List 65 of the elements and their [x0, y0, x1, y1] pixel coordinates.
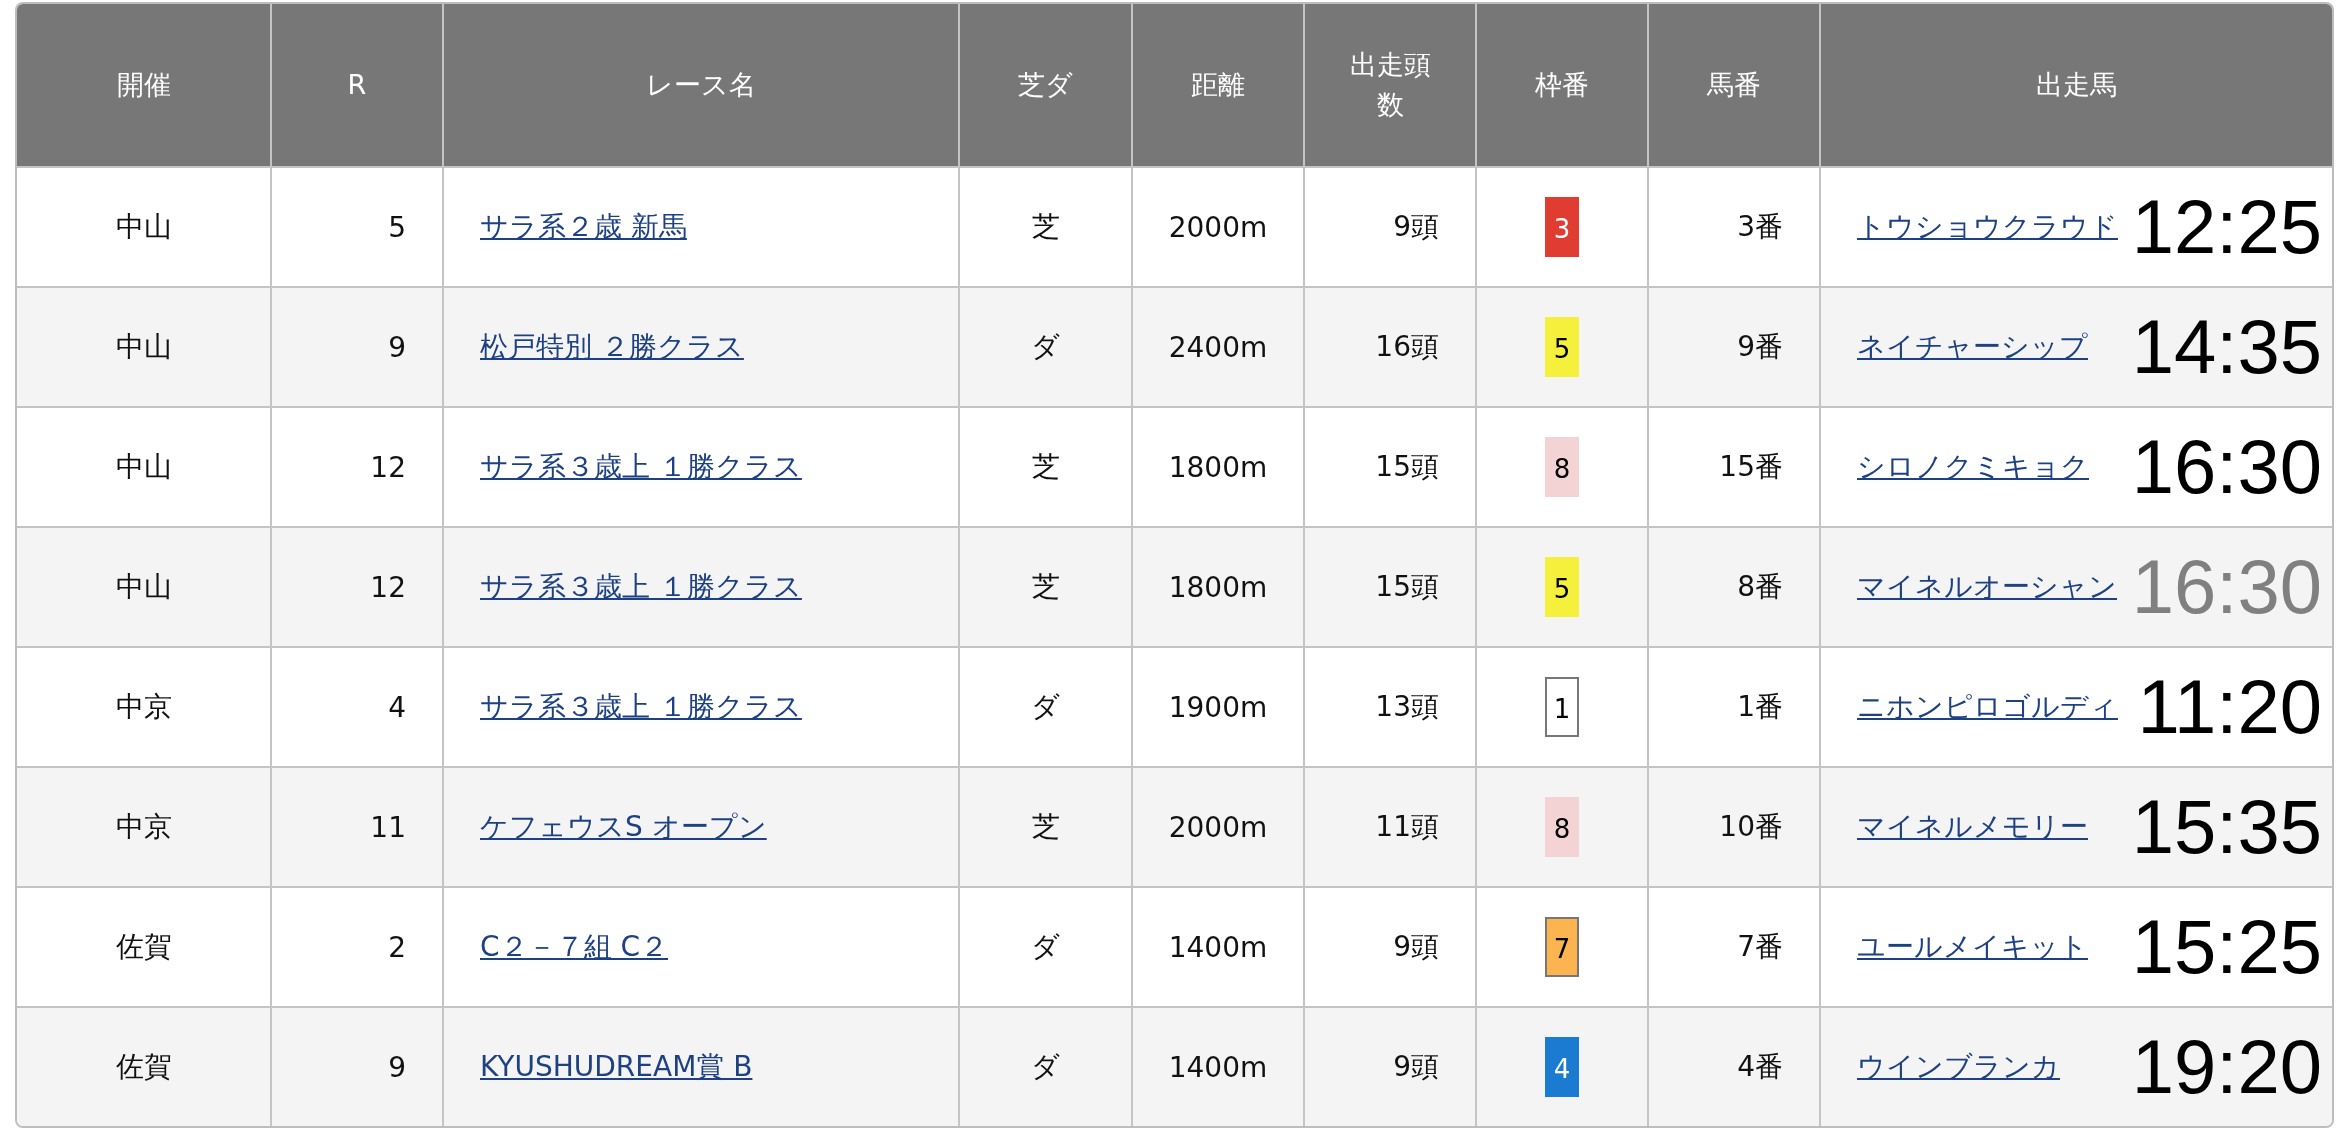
post-time: 12:25	[2131, 189, 2322, 265]
race-link[interactable]: サラ系３歳上 １勝クラス	[480, 570, 802, 603]
table-cell: 16頭	[1305, 286, 1477, 406]
table-cell: 2000m	[1133, 766, 1305, 886]
post-time: 14:35	[2131, 309, 2322, 385]
horse-link[interactable]: ニホンピロゴルディ	[1857, 688, 2118, 726]
post-time: 16:30	[2131, 429, 2322, 505]
table-cell: 中山	[17, 286, 272, 406]
table-cell: 芝	[960, 526, 1133, 646]
horse-link[interactable]: シロノクミキョク	[1857, 448, 2089, 486]
column-header: 開催	[17, 4, 272, 166]
race-link[interactable]: サラ系３歳上 １勝クラス	[480, 690, 802, 723]
column-header: 枠番	[1477, 4, 1649, 166]
column-header: 出走頭数	[1305, 4, 1477, 166]
table-cell: 中山	[17, 526, 272, 646]
column-header: R	[272, 4, 444, 166]
post-time: 19:20	[2131, 1029, 2322, 1105]
table-cell: 12	[272, 526, 444, 646]
column-header: 出走馬	[1821, 4, 2332, 166]
post-time: 15:35	[2131, 789, 2322, 865]
table-cell: ダ	[960, 286, 1133, 406]
table-cell: 1800m	[1133, 526, 1305, 646]
race-link[interactable]: C２－７組 C２	[480, 930, 668, 963]
table-cell: 9	[272, 286, 444, 406]
frame-badge: 5	[1545, 317, 1579, 377]
table-cell: 8番	[1649, 526, 1821, 646]
column-header: 馬番	[1649, 4, 1821, 166]
horse-link[interactable]: ウインブランカ	[1857, 1048, 2060, 1086]
column-header: 芝ダ	[960, 4, 1133, 166]
table-cell: 9	[272, 1006, 444, 1126]
frame-badge: 8	[1545, 437, 1579, 497]
table-cell: 4番	[1649, 1006, 1821, 1126]
race-link[interactable]: ケフェウスS オープン	[480, 810, 767, 843]
frame-badge: 5	[1545, 557, 1579, 617]
horse-link[interactable]: ユールメイキット	[1857, 928, 2088, 966]
race-link[interactable]: サラ系２歳 新馬	[480, 210, 687, 243]
frame-badge: 3	[1545, 197, 1579, 257]
table-cell: 9番	[1649, 286, 1821, 406]
horse-link[interactable]: マイネルオーシャン	[1857, 568, 2117, 606]
post-time: 11:20	[2137, 669, 2322, 745]
horse-link[interactable]: トウショウクラウド	[1857, 208, 2118, 246]
race-link[interactable]: KYUSHUDREAM賞 B	[480, 1050, 753, 1083]
column-header: レース名	[444, 4, 960, 166]
table-cell: 佐賀	[17, 1006, 272, 1126]
race-link[interactable]: サラ系３歳上 １勝クラス	[480, 450, 802, 483]
table-cell: 中京	[17, 766, 272, 886]
frame-badge: 7	[1545, 917, 1579, 977]
post-time: 15:25	[2131, 909, 2322, 985]
column-header: 距離	[1133, 4, 1305, 166]
frame-badge: 1	[1545, 677, 1579, 737]
table-cell: 2400m	[1133, 286, 1305, 406]
frame-badge: 8	[1545, 797, 1579, 857]
table-cell: ダ	[960, 1006, 1133, 1126]
table-cell: 芝	[960, 766, 1133, 886]
table-cell: 1400m	[1133, 1006, 1305, 1126]
table-cell: 10番	[1649, 766, 1821, 886]
race-link[interactable]: 松戸特別 ２勝クラス	[480, 330, 744, 363]
horse-link[interactable]: マイネルメモリー	[1857, 808, 2088, 846]
frame-badge: 4	[1545, 1037, 1579, 1097]
table-cell: 15頭	[1305, 526, 1477, 646]
table-cell: 11頭	[1305, 766, 1477, 886]
table-cell: 11	[272, 766, 444, 886]
table-cell: 9頭	[1305, 1006, 1477, 1126]
post-time: 16:30	[2131, 549, 2322, 625]
horse-link[interactable]: ネイチャーシップ	[1857, 328, 2088, 366]
